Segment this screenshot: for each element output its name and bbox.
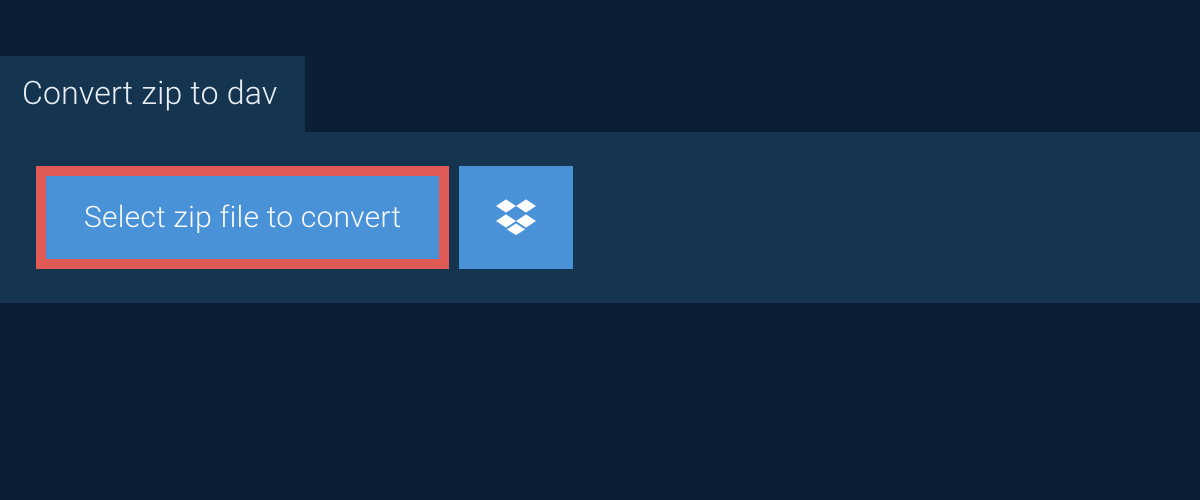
dropbox-button[interactable] bbox=[459, 166, 573, 269]
button-row: Select zip file to convert bbox=[36, 166, 1164, 269]
tab-convert[interactable]: Convert zip to dav bbox=[0, 56, 305, 132]
select-file-label: Select zip file to convert bbox=[84, 200, 401, 235]
dropbox-icon bbox=[496, 196, 536, 240]
select-file-button[interactable]: Select zip file to convert bbox=[36, 166, 449, 269]
tab-label: Convert zip to dav bbox=[22, 74, 277, 112]
tab-bar: Convert zip to dav bbox=[0, 0, 1200, 132]
upload-panel: Select zip file to convert bbox=[0, 132, 1200, 303]
